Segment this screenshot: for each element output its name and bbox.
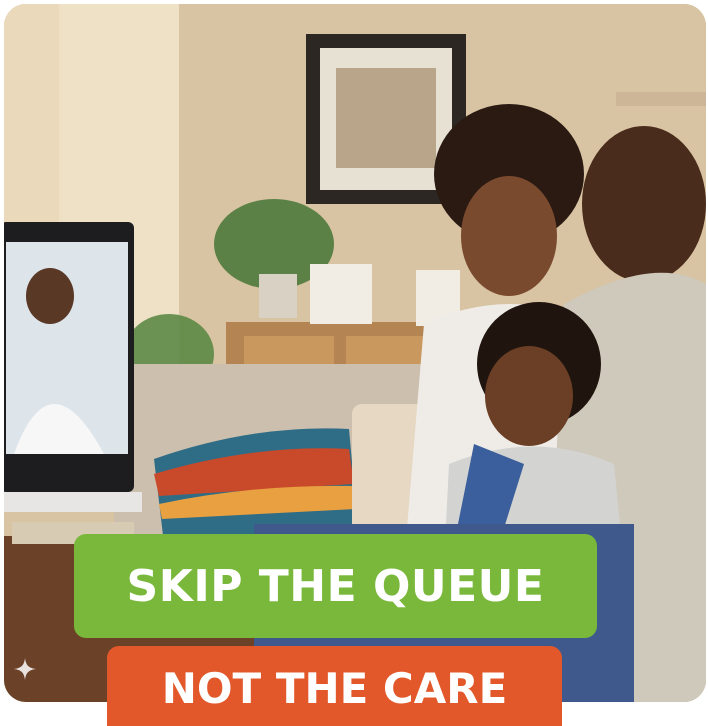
subline-banner: NOT THE CARE (107, 646, 562, 726)
headline-banner: SKIP THE QUEUE (74, 534, 597, 638)
sparkle-icon (14, 658, 36, 680)
